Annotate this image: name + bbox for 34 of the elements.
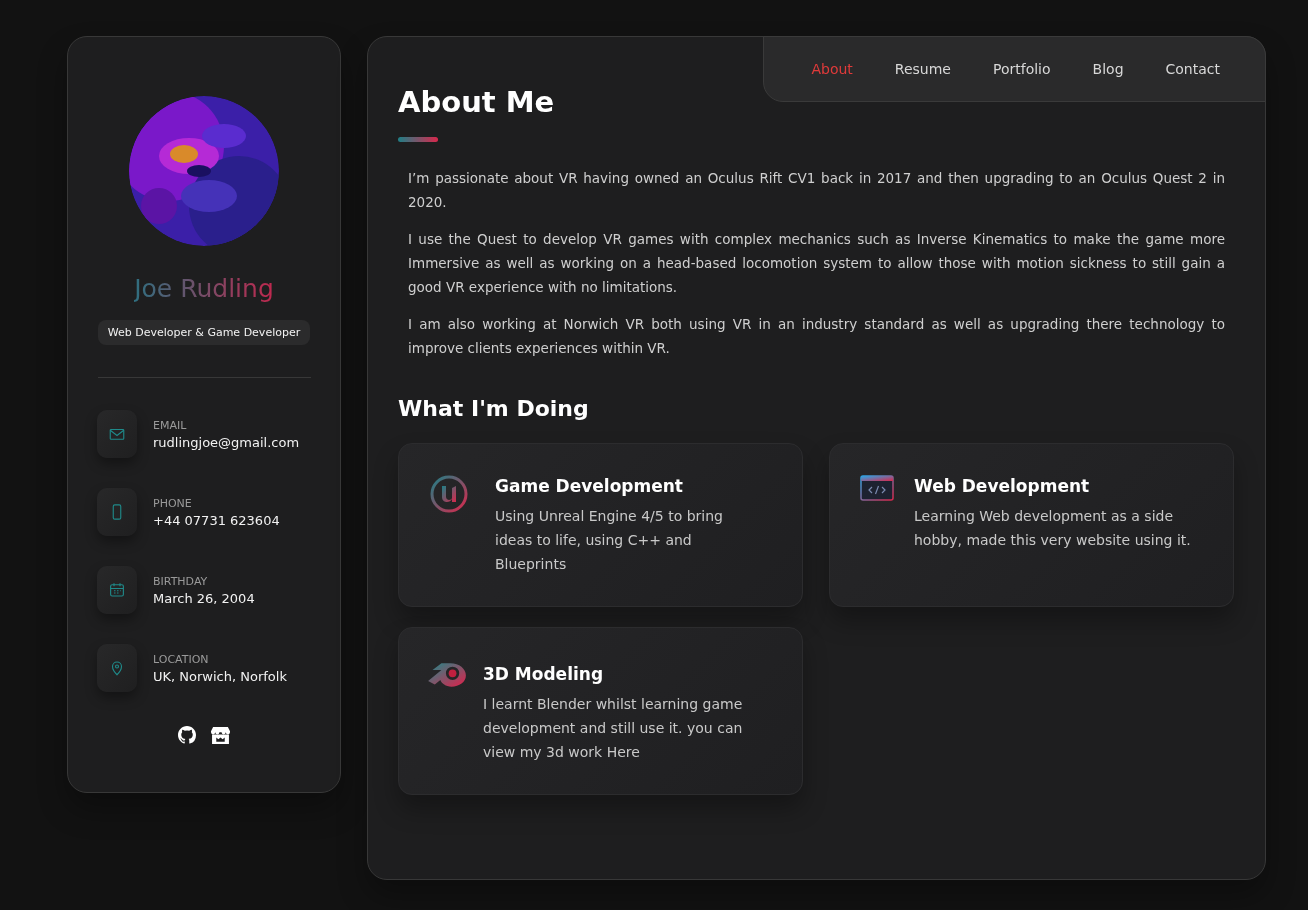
storefront-icon[interactable] bbox=[211, 726, 230, 744]
contact-label: EMAIL bbox=[153, 418, 188, 432]
service-title: Game Development bbox=[495, 476, 684, 496]
service-title: Web Development bbox=[914, 476, 1091, 496]
code-window-icon bbox=[860, 474, 894, 502]
calendar-icon bbox=[97, 566, 137, 614]
about-paragraph: I use the Quest to develop VR games with complex mechanics such as Inverse Kinematics to make the game more Immersive as well as working on a head-based locomotion system to allow those with motion sickness to still gain a good VR experience with no limitations. bbox=[408, 230, 1225, 297]
contact-value: +44 07731 623604 bbox=[153, 512, 280, 528]
contact-label: PHONE bbox=[153, 496, 193, 510]
nav-link[interactable]: Portfolio bbox=[972, 61, 1072, 77]
nav-link[interactable]: Contact bbox=[1144, 61, 1241, 77]
nav-link[interactable]: Blog bbox=[1071, 61, 1145, 77]
envelope-icon bbox=[97, 410, 137, 458]
service-description: Using Unreal Engine 4/5 to bring ideas to life, using C++ and Blueprints bbox=[495, 507, 724, 574]
contact-value: March 26, 2004 bbox=[153, 590, 255, 606]
service-title: 3D Modeling bbox=[483, 664, 605, 684]
job-title-badge: Web Developer & Game Developer bbox=[97, 320, 311, 345]
service-description: Learning Web development as a side hobby, made this very website using it. bbox=[914, 507, 1192, 550]
contact-value: rudlingjoe@gmail.com bbox=[153, 434, 300, 450]
about-paragraph: I am also working at Norwich VR both using VR in an industry standard as well as upgrading there technology to improve clients experiences within VR. bbox=[408, 315, 1225, 358]
about-paragraph: I’m passionate about VR having owned an Oculus Rift CV1 back in 2017 and then upgrading to an Oculus Quest 2 in 2020. bbox=[408, 169, 1225, 212]
contact-value: UK, Norwich, Norfolk bbox=[153, 668, 287, 684]
contact-label: LOCATION bbox=[153, 652, 210, 666]
blender-logo-icon bbox=[427, 662, 467, 688]
title-underline bbox=[398, 137, 438, 142]
location-pin-icon bbox=[97, 644, 137, 692]
phone-icon bbox=[97, 488, 137, 536]
nav-link[interactable]: Resume bbox=[873, 61, 972, 77]
unreal-logo-icon bbox=[429, 474, 469, 514]
section-title: What I'm Doing bbox=[398, 396, 590, 421]
service-description: I learnt Blender whilst learning game development and still use it. you can view my 3d work Here bbox=[483, 695, 744, 762]
contact-label: BIRTHDAY bbox=[153, 574, 209, 588]
github-icon[interactable] bbox=[178, 726, 196, 744]
section-title: About Me bbox=[398, 85, 556, 119]
